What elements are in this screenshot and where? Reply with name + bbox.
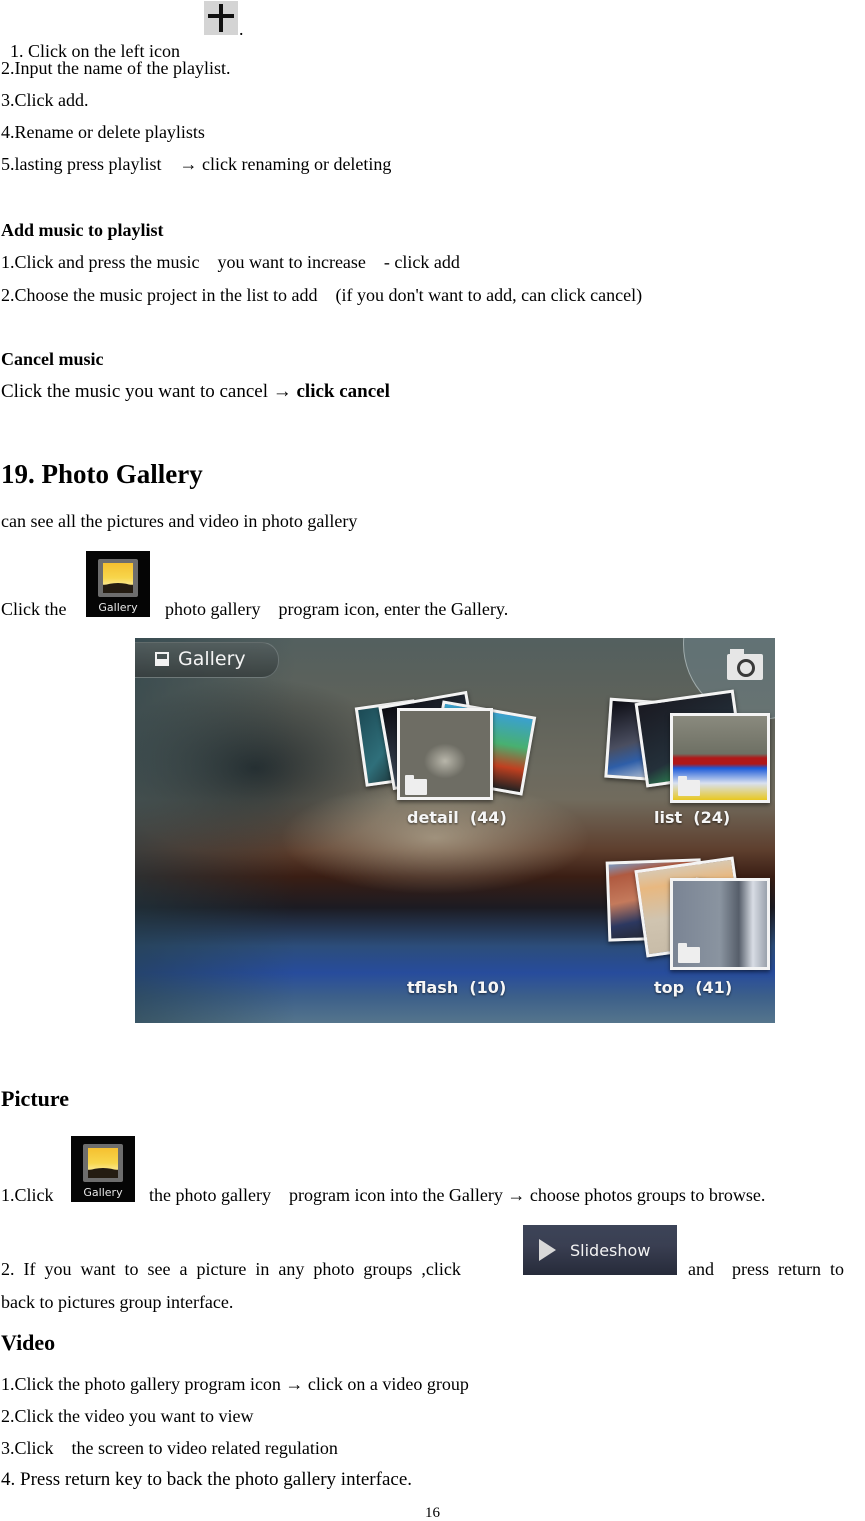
video-step-1: 1.Click the photo gallery program icon →… <box>1 1374 469 1394</box>
cancel-music-action: click cancel <box>296 381 390 402</box>
gallery-title-bar: Gallery <box>135 642 279 678</box>
video-heading: Video <box>1 1330 56 1355</box>
playlist-step-4: 4.Rename or delete playlists <box>1 122 205 142</box>
cancel-music-text: Click the music you want to cancel → cli… <box>1 381 390 403</box>
video-step-4: 4. Press return key to back the photo ga… <box>1 1469 412 1490</box>
album-label-top: top (41) <box>654 978 733 997</box>
picture-step-2-prefix: 2. If you want to see a picture in any p… <box>1 1259 466 1279</box>
folder-icon <box>678 776 700 796</box>
playlist-step-5: 5.lasting press playlist → click renamin… <box>1 154 392 174</box>
picture-step-1-prefix: 1.Click <box>1 1185 58 1205</box>
album-label-tflash: tflash (10) <box>407 978 507 997</box>
playlist-step-2: 2.Input the name of the playlist. <box>1 58 231 78</box>
gallery-app-icon-label: Gallery <box>98 601 138 614</box>
gallery-screenshot: Gallery detail (44) list (24) tflash (10… <box>135 638 775 1023</box>
play-icon <box>539 1239 556 1261</box>
picture-step-1-suffix: the photo gallery program icon into the … <box>140 1185 766 1205</box>
album-label-list: list (24) <box>654 808 731 827</box>
picture-icon <box>155 652 169 666</box>
photo-gallery-heading: 19. Photo Gallery <box>1 459 203 489</box>
photo-gallery-click-prefix: Click the <box>1 599 71 619</box>
picture-step-2-suffix: and press return to <box>688 1259 844 1279</box>
cancel-music-instruction: Click the music you want to cancel → <box>1 381 297 402</box>
step-1-period: . <box>239 19 244 39</box>
video-step-3: 3.Click the screen to video related regu… <box>1 1438 338 1458</box>
picture-heading: Picture <box>1 1086 70 1111</box>
picture-step-2-line-2: back to pictures group interface. <box>1 1292 234 1312</box>
gallery-title: Gallery <box>178 648 246 670</box>
slideshow-label: Slideshow <box>570 1241 651 1260</box>
add-music-step-1: 1.Click and press the music you want to … <box>1 252 460 272</box>
folder-icon <box>678 943 700 963</box>
playlist-step-1: 1. Click on the left icon <box>1 18 184 62</box>
video-step-2: 2.Click the video you want to view <box>1 1406 254 1426</box>
playlist-step-3: 3.Click add. <box>1 90 89 110</box>
folder-icon <box>405 775 427 795</box>
gallery-app-icon: Gallery <box>86 551 150 617</box>
plus-icon <box>204 1 238 35</box>
album-label-detail: detail (44) <box>407 808 507 827</box>
gallery-app-icon-label: Gallery <box>83 1186 123 1199</box>
photo-gallery-click-suffix: photo gallery program icon, enter the Ga… <box>156 599 509 619</box>
camera-icon[interactable] <box>727 649 763 680</box>
slideshow-button: Slideshow <box>523 1225 677 1275</box>
cancel-music-heading: Cancel music <box>1 349 104 369</box>
gallery-app-icon: Gallery <box>71 1136 135 1202</box>
add-music-heading: Add music to playlist <box>1 220 164 240</box>
photo-gallery-intro: can see all the pictures and video in ph… <box>1 511 358 531</box>
page-number: 16 <box>425 1505 440 1521</box>
add-music-step-2: 2.Choose the music project in the list t… <box>1 285 643 305</box>
